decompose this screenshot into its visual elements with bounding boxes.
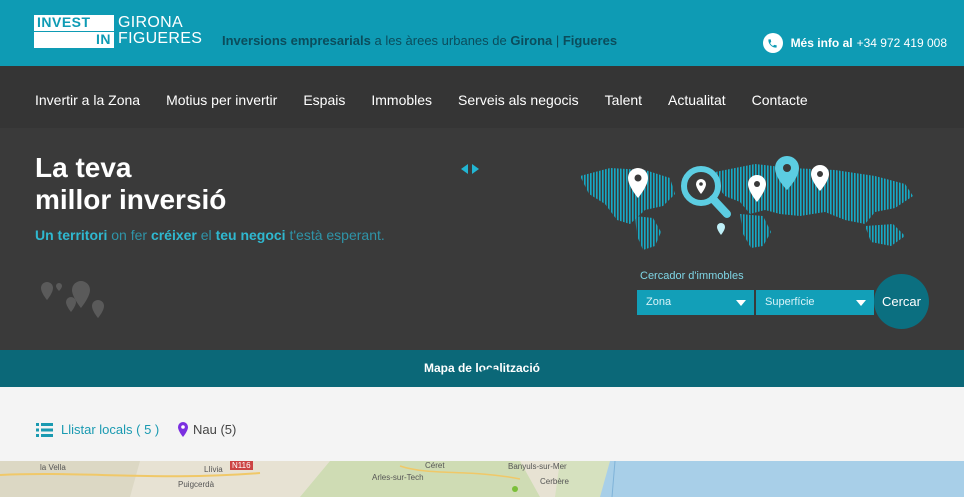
map-pin-icon (178, 422, 188, 437)
main-nav: Invertir a la Zona Motius per invertir E… (0, 66, 964, 128)
logo-girona: GIRONA (118, 14, 183, 31)
hero-subtitle: Un territori on fer créixer el teu negoc… (35, 227, 385, 243)
top-bar: INVEST IN GIRONA FIGUERES Inversions emp… (0, 0, 964, 66)
arrow-left-icon[interactable] (461, 164, 468, 174)
hero-banner: La teva millor inversió Un territori on … (0, 128, 964, 350)
decorative-pins-icon (41, 281, 104, 318)
nav-item-motius[interactable]: Motius per invertir (166, 92, 277, 108)
nav-item-talent[interactable]: Talent (605, 92, 642, 108)
nav-item-espais[interactable]: Espais (303, 92, 345, 108)
info-label: Més info al (790, 36, 853, 50)
map-view[interactable]: la Vella Llívia N116 Puigcerdà Céret Arl… (0, 461, 964, 497)
slider-arrows (461, 164, 479, 174)
nav-item-actualitat[interactable]: Actualitat (668, 92, 726, 108)
chevron-down-icon (856, 300, 866, 306)
phone-icon (762, 33, 783, 53)
contact-info[interactable]: Més info al +34 972 419 008 (762, 33, 947, 53)
list-icon (36, 422, 53, 437)
logo-in: IN (34, 32, 114, 48)
list-toolbar: Llistar locals ( 5 ) Nau (5) (0, 387, 964, 461)
search-label: Cercador d'immobles (640, 270, 744, 282)
arrow-right-icon[interactable] (472, 164, 479, 174)
zona-select[interactable]: Zona (637, 290, 754, 315)
map-background (0, 461, 964, 497)
world-map-icon (580, 156, 913, 250)
tagline: Inversions empresarials a les àrees urba… (222, 33, 618, 48)
nav-item-serveis[interactable]: Serveis als negocis (458, 92, 579, 108)
nav-item-contacte[interactable]: Contacte (752, 92, 808, 108)
logo-figueres: FIGUERES (118, 30, 203, 47)
list-locals-link[interactable]: Llistar locals ( 5 ) (36, 422, 159, 437)
nav-item-immobles[interactable]: Immobles (371, 92, 432, 108)
hero-title: La teva millor inversió (35, 152, 227, 215)
nau-filter[interactable]: Nau (5) (178, 422, 236, 437)
chevron-down-icon (736, 300, 746, 306)
superficie-select[interactable]: Superfície (756, 290, 874, 315)
search-button[interactable]: Cercar (874, 274, 929, 329)
phone-number[interactable]: +34 972 419 008 (857, 36, 947, 50)
nav-item-invertir[interactable]: Invertir a la Zona (35, 92, 140, 108)
logo-invest: INVEST (34, 15, 114, 31)
